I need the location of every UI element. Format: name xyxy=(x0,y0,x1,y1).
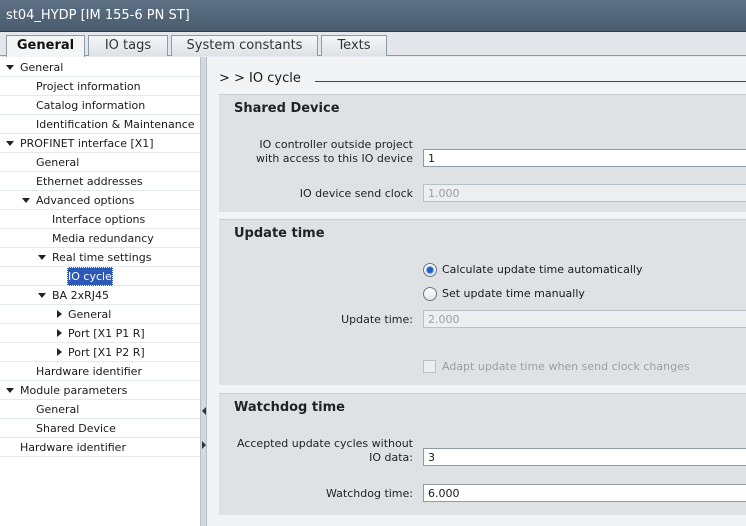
tree-item-label: General xyxy=(36,403,80,416)
expand-down-icon[interactable] xyxy=(5,58,15,77)
accepted-update-cycles-field[interactable]: 3 xyxy=(423,448,746,466)
expand-down-icon[interactable] xyxy=(5,134,15,153)
tree-item-port-p2[interactable]: Port [X1 P2 R] xyxy=(0,343,200,362)
expand-down-icon[interactable] xyxy=(21,191,31,210)
tree-item-shared-device[interactable]: Shared Device xyxy=(0,419,200,438)
expand-right-icon[interactable] xyxy=(202,441,206,449)
tree-item-real-time-settings[interactable]: Real time settings xyxy=(0,248,200,267)
checkbox-icon xyxy=(423,360,436,373)
update-time-section: Update time Calculate update time automa… xyxy=(219,219,746,385)
tree-item-catalog-information[interactable]: Catalog information xyxy=(0,96,200,115)
radio-checked-icon[interactable] xyxy=(423,263,437,277)
tree-item-label: PROFINET interface [X1] xyxy=(20,137,154,150)
tree-item-label: Ethernet addresses xyxy=(36,175,143,188)
tree-item-profinet-general[interactable]: General xyxy=(0,153,200,172)
tree-item-module-parameters[interactable]: Module parameters xyxy=(0,381,200,400)
collapse-left-icon[interactable] xyxy=(202,407,206,415)
properties-pane: > > IO cycle Shared Device IO controller… xyxy=(207,57,746,526)
watchdog-time-label: Watchdog time: xyxy=(326,487,413,500)
tree-item-general[interactable]: General xyxy=(0,58,200,77)
tree-item-label: Interface options xyxy=(52,213,146,226)
expand-right-icon[interactable] xyxy=(54,324,64,343)
window-title: st04_HYDP [IM 155-6 PN ST] xyxy=(6,8,190,23)
tree-item-label: Port [X1 P1 R] xyxy=(68,327,145,340)
tree-item-ethernet-addresses[interactable]: Ethernet addresses xyxy=(0,172,200,191)
tree-item-ba-general[interactable]: General xyxy=(0,305,200,324)
update-time-field: 2.000 xyxy=(423,310,746,328)
tree-item-profinet-interface[interactable]: PROFINET interface [X1] xyxy=(0,134,200,153)
tree-item-label: BA 2xRJ45 xyxy=(52,289,109,302)
shared-device-section: Shared Device IO controller outside proj… xyxy=(219,94,746,212)
tree-item-identification-maintenance[interactable]: Identification & Maintenance xyxy=(0,115,200,134)
tree-item-module-general[interactable]: General xyxy=(0,400,200,419)
io-device-send-clock-label: IO device send clock xyxy=(299,187,413,200)
tree-item-label: Real time settings xyxy=(52,251,152,264)
tree-item-label: General xyxy=(68,308,112,321)
tab-strip: General IO tags System constants Texts xyxy=(0,32,746,57)
tree-item-label: Catalog information xyxy=(36,99,146,112)
breadcrumb-divider xyxy=(315,81,746,82)
checkbox-label: Adapt update time when send clock change… xyxy=(442,360,690,373)
tree-item-hardware-identifier-interface[interactable]: Hardware identifier xyxy=(0,362,200,381)
tab-io-tags[interactable]: IO tags xyxy=(88,35,168,56)
expand-down-icon[interactable] xyxy=(5,381,15,400)
watchdog-time-section: Watchdog time Accepted update cycles wit… xyxy=(219,393,746,515)
tree-item-label: IO cycle xyxy=(67,267,113,286)
radio-label: Calculate update time automatically xyxy=(442,263,643,276)
watchdog-time-field[interactable]: 6.000 xyxy=(423,484,746,502)
tree-item-label: Shared Device xyxy=(36,422,116,435)
tree-item-label: Hardware identifier xyxy=(20,441,126,454)
window-title-bar: st04_HYDP [IM 155-6 PN ST] xyxy=(0,0,746,32)
tree-item-label: Identification & Maintenance xyxy=(36,118,195,131)
expand-down-icon[interactable] xyxy=(37,286,47,305)
section-title: Watchdog time xyxy=(234,400,345,415)
tab-system-constants[interactable]: System constants xyxy=(171,35,318,56)
radio-unchecked-icon[interactable] xyxy=(423,287,437,301)
io-controller-count-field[interactable]: 1 xyxy=(423,149,746,167)
tree-item-label: General xyxy=(36,156,80,169)
tree-item-io-cycle[interactable]: IO cycle xyxy=(0,267,200,286)
tab-general[interactable]: General xyxy=(6,35,85,57)
tree-item-label: Project information xyxy=(36,80,141,93)
tree-item-interface-options[interactable]: Interface options xyxy=(0,210,200,229)
radio-label: Set update time manually xyxy=(442,287,585,300)
tree-item-label: General xyxy=(20,61,64,74)
section-title: Shared Device xyxy=(234,101,340,116)
tab-texts[interactable]: Texts xyxy=(321,35,387,56)
expand-right-icon[interactable] xyxy=(54,305,64,324)
tree-item-label: Advanced options xyxy=(36,194,135,207)
accepted-update-cycles-label: Accepted update cycles without IO data: xyxy=(237,437,413,464)
navigation-tree: General Project information Catalog info… xyxy=(0,57,200,526)
expand-right-icon[interactable] xyxy=(54,343,64,362)
tree-item-label: Port [X1 P2 R] xyxy=(68,346,145,359)
tree-item-port-p1[interactable]: Port [X1 P1 R] xyxy=(0,324,200,343)
tree-item-advanced-options[interactable]: Advanced options xyxy=(0,191,200,210)
tree-item-label: Media redundancy xyxy=(52,232,154,245)
tree-item-label: Module parameters xyxy=(20,384,128,397)
io-controller-label: IO controller outside project with acces… xyxy=(255,138,413,165)
tree-item-ba-2xrj45[interactable]: BA 2xRJ45 xyxy=(0,286,200,305)
expand-down-icon[interactable] xyxy=(37,248,47,267)
tree-item-label: Hardware identifier xyxy=(36,365,142,378)
pane-splitter[interactable] xyxy=(200,57,207,526)
breadcrumb: > > IO cycle xyxy=(219,71,301,86)
tree-item-project-information[interactable]: Project information xyxy=(0,77,200,96)
tree-item-hardware-identifier[interactable]: Hardware identifier xyxy=(0,438,200,457)
section-title: Update time xyxy=(234,226,325,241)
update-time-label: Update time: xyxy=(341,313,413,326)
tree-item-media-redundancy[interactable]: Media redundancy xyxy=(0,229,200,248)
io-device-send-clock-field: 1.000 xyxy=(423,184,746,202)
